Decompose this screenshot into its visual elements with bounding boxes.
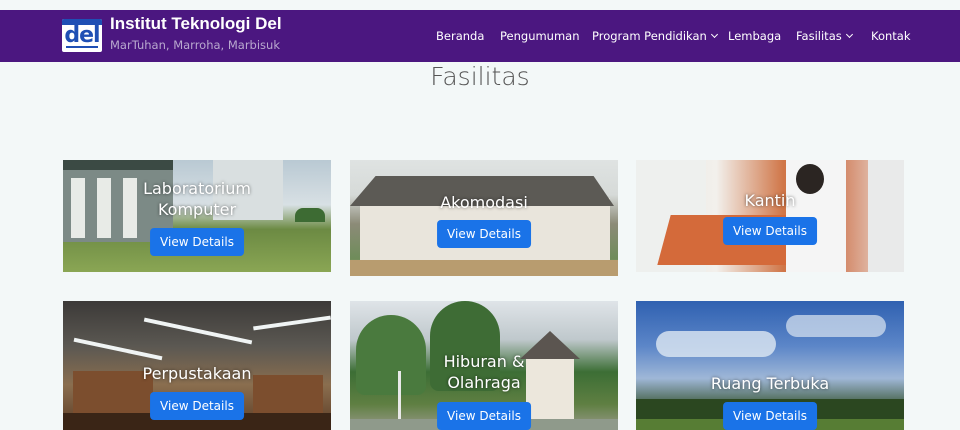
- brand-title[interactable]: Institut Teknologi Del: [110, 14, 282, 34]
- facility-name: Laboratorium Komputer: [63, 178, 331, 220]
- person-shape: [868, 160, 904, 272]
- facility-card-ruang-terbuka[interactable]: Ruang Terbuka View Details: [636, 301, 904, 430]
- nav-fasilitas-label: Fasilitas: [796, 29, 842, 43]
- nav-beranda[interactable]: Beranda: [436, 10, 484, 62]
- chevron-down-icon: [845, 30, 853, 39]
- section-title: Fasilitas: [430, 62, 530, 91]
- facility-card-perpustakaan[interactable]: Perpustakaan View Details: [63, 301, 331, 430]
- view-details-button[interactable]: View Details: [437, 402, 531, 430]
- logo-underline: [66, 46, 98, 48]
- facility-name: Kantin: [744, 191, 796, 210]
- nav-lembaga-label: Lembaga: [728, 29, 782, 43]
- del-logo[interactable]: del: [62, 19, 102, 52]
- cloud-shape: [786, 315, 886, 337]
- facility-card-hiburan-olahraga[interactable]: Hiburan & Olahraga View Details: [350, 301, 618, 430]
- cloud-shape: [656, 331, 776, 357]
- facility-name: Akomodasi: [440, 193, 528, 212]
- facility-card-akomodasi[interactable]: Akomodasi View Details: [350, 160, 618, 276]
- nav-beranda-label: Beranda: [436, 29, 485, 43]
- view-details-button[interactable]: View Details: [437, 220, 531, 248]
- facility-name: Hiburan &: [443, 352, 525, 371]
- view-details-button[interactable]: View Details: [723, 217, 817, 245]
- nav-program-pendidikan-label: Program Pendidikan: [592, 29, 707, 43]
- ceiling-light-shape: [73, 337, 163, 361]
- nav-fasilitas[interactable]: Fasilitas: [796, 10, 853, 62]
- ceiling-light-shape: [143, 317, 253, 345]
- facility-name-line-1: Laboratorium: [143, 179, 251, 198]
- brand-subtitle: MarTuhan, Marroha, Marbisuk: [110, 38, 280, 52]
- chevron-down-icon: [710, 30, 718, 39]
- view-details-button[interactable]: View Details: [150, 392, 244, 420]
- nav-program-pendidikan[interactable]: Program Pendidikan: [592, 10, 718, 62]
- view-details-button[interactable]: View Details: [150, 228, 244, 256]
- top-navbar: del Institut Teknologi Del MarTuhan, Mar…: [0, 10, 960, 62]
- facility-card-laboratorium-komputer[interactable]: Laboratorium Komputer View Details: [63, 160, 331, 272]
- facility-name-line-2: Olahraga: [447, 373, 521, 392]
- nav-pengumuman-label: Pengumuman: [500, 29, 580, 43]
- facility-name: Ruang Terbuka: [710, 374, 830, 393]
- nav-kontak[interactable]: Kontak: [871, 10, 911, 62]
- view-details-button[interactable]: View Details: [723, 402, 817, 430]
- facility-name: Perpustakaan: [142, 364, 252, 383]
- nav-pengumuman[interactable]: Pengumuman: [500, 10, 580, 62]
- nav-kontak-label: Kontak: [871, 29, 911, 43]
- facility-name-line-2: Komputer: [157, 200, 237, 219]
- nav-lembaga[interactable]: Lembaga: [728, 10, 781, 62]
- ground-shape: [350, 260, 618, 276]
- roof-shape: [63, 160, 173, 170]
- ceiling-light-shape: [253, 315, 331, 331]
- facility-card-kantin[interactable]: Kantin View Details: [636, 160, 904, 272]
